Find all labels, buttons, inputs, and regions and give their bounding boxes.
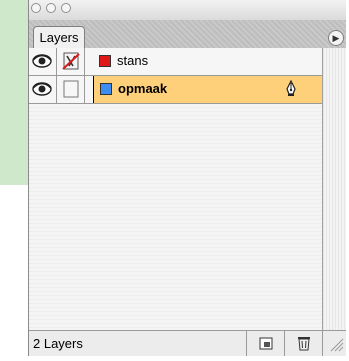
tab-layers[interactable]: Layers bbox=[33, 26, 85, 49]
layers-panel: Layers ▶ stans opmaak 2 Layers bbox=[28, 0, 346, 356]
trash-icon bbox=[298, 337, 310, 351]
layer-name: opmaak bbox=[118, 81, 168, 96]
eye-icon bbox=[32, 54, 52, 68]
layer-row-opmaak[interactable]: opmaak bbox=[29, 76, 323, 104]
visibility-toggle[interactable] bbox=[29, 76, 57, 103]
resize-grip-icon bbox=[330, 338, 344, 352]
panel-menu-arrow-icon[interactable]: ▶ bbox=[328, 30, 344, 46]
layers-list: stans opmaak bbox=[29, 48, 323, 332]
layer-name: stans bbox=[117, 53, 149, 68]
lock-toggle[interactable] bbox=[57, 76, 85, 103]
layer-row-stans[interactable]: stans bbox=[29, 48, 323, 76]
pen-icon bbox=[286, 80, 296, 96]
new-layer-button[interactable] bbox=[246, 331, 284, 356]
layer-color-swatch bbox=[99, 55, 111, 67]
eye-icon bbox=[32, 82, 52, 96]
vertical-scrollbar[interactable] bbox=[322, 48, 346, 331]
minimize-window-button[interactable] bbox=[46, 3, 56, 13]
new-layer-icon bbox=[259, 337, 273, 350]
lock-toggle[interactable] bbox=[57, 48, 85, 75]
tab-strip: Layers ▶ bbox=[29, 20, 346, 49]
close-window-button[interactable] bbox=[31, 3, 41, 13]
delete-layer-button[interactable] bbox=[284, 331, 322, 356]
layer-name-cell[interactable]: stans bbox=[93, 48, 323, 75]
status-bar: 2 Layers bbox=[29, 330, 346, 356]
empty-lock-box bbox=[63, 80, 79, 98]
visibility-toggle[interactable] bbox=[29, 48, 57, 75]
resize-grip[interactable] bbox=[322, 331, 346, 356]
layer-count: 2 Layers bbox=[33, 336, 83, 351]
layer-color-swatch bbox=[100, 83, 112, 95]
zoom-window-button[interactable] bbox=[61, 3, 71, 13]
lock-crossed-icon bbox=[62, 52, 80, 70]
layer-name-cell[interactable]: opmaak bbox=[93, 76, 323, 103]
